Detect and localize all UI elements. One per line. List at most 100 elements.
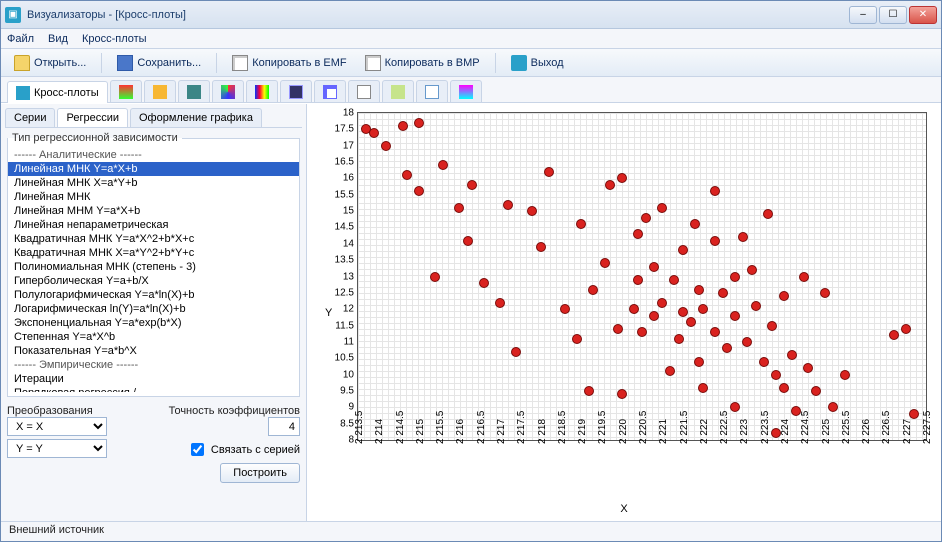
menu-crossplots[interactable]: Кросс-плоты bbox=[82, 33, 147, 45]
copy-emf-button[interactable]: Копировать в EMF bbox=[225, 52, 353, 74]
copy-bmp-button[interactable]: Копировать в BMP bbox=[358, 52, 487, 74]
data-point bbox=[657, 203, 667, 213]
regression-item[interactable]: Порядковая регрессия /... bbox=[8, 386, 299, 392]
regression-item[interactable]: Полулогарифмическая Y=a*ln(X)+b bbox=[8, 288, 299, 302]
x-tick-label: 2 213.5 bbox=[354, 411, 365, 444]
subtab-series[interactable]: Серии bbox=[5, 108, 55, 127]
maximize-button[interactable]: ☐ bbox=[879, 6, 907, 24]
regression-item[interactable]: ------ Аналитические ------ bbox=[8, 148, 299, 162]
minimize-button[interactable]: – bbox=[849, 6, 877, 24]
app-window: ▣ Визуализаторы - [Кросс-плоты] – ☐ ✕ Фа… bbox=[0, 0, 942, 542]
spectrum-icon bbox=[255, 85, 269, 99]
data-point bbox=[641, 213, 651, 223]
data-point bbox=[771, 370, 781, 380]
x-transform-combo[interactable]: X = X bbox=[7, 417, 107, 436]
data-point bbox=[787, 350, 797, 360]
data-point bbox=[633, 275, 643, 285]
data-point bbox=[467, 180, 477, 190]
y-tick-label: 9.5 bbox=[340, 385, 358, 396]
regression-item[interactable]: Степенная Y=a*X^b bbox=[8, 330, 299, 344]
y-tick-label: 14.5 bbox=[335, 222, 358, 233]
regression-item[interactable]: Линейная МНМ Y=a*X+b bbox=[8, 204, 299, 218]
subtab-regressions[interactable]: Регрессии bbox=[57, 108, 128, 127]
data-point bbox=[649, 262, 659, 272]
x-tick-label: 2 222 bbox=[699, 419, 710, 444]
y-tick-label: 18 bbox=[343, 108, 358, 119]
menu-file[interactable]: Файл bbox=[7, 33, 34, 45]
data-point bbox=[669, 275, 679, 285]
exit-button[interactable]: Выход bbox=[504, 52, 571, 74]
data-point bbox=[605, 180, 615, 190]
data-point bbox=[678, 245, 688, 255]
bind-series-input[interactable] bbox=[191, 443, 204, 456]
tab-chart8[interactable] bbox=[314, 80, 346, 102]
regression-item[interactable]: Логарифмическая ln(Y)=a*ln(X)+b bbox=[8, 302, 299, 316]
regression-item[interactable]: Линейная МНК bbox=[8, 190, 299, 204]
save-button[interactable]: Сохранить... bbox=[110, 52, 208, 74]
data-point bbox=[674, 334, 684, 344]
scatter-chart[interactable]: 88.599.51010.51111.51212.51313.51414.515… bbox=[357, 112, 927, 441]
precision-spinner[interactable] bbox=[268, 417, 300, 436]
y-tick-label: 11.5 bbox=[335, 320, 358, 331]
titlebar: ▣ Визуализаторы - [Кросс-плоты] – ☐ ✕ bbox=[1, 1, 941, 29]
data-point bbox=[430, 272, 440, 282]
regression-item[interactable]: Полиномиальная МНК (степень - 3) bbox=[8, 260, 299, 274]
y-transform-combo[interactable]: Y = Y bbox=[7, 439, 107, 458]
regression-item[interactable]: Линейная МНК Y=a*X+b bbox=[8, 162, 299, 176]
separator bbox=[101, 53, 102, 73]
bind-series-checkbox[interactable]: Связать с серией bbox=[156, 440, 301, 459]
tab-chart6[interactable] bbox=[246, 80, 278, 102]
copy-bmp-label: Копировать в BMP bbox=[385, 57, 480, 69]
data-point bbox=[909, 409, 919, 419]
menu-view[interactable]: Вид bbox=[48, 33, 68, 45]
subtab-design[interactable]: Оформление графика bbox=[130, 108, 262, 127]
tab-chart12[interactable] bbox=[450, 80, 482, 102]
tab-chart2[interactable] bbox=[110, 80, 142, 102]
tab-chart5[interactable] bbox=[212, 80, 244, 102]
regression-item[interactable]: ------ Эмпирические ------ bbox=[8, 358, 299, 372]
data-point bbox=[617, 389, 627, 399]
data-point bbox=[751, 301, 761, 311]
regression-item[interactable]: Линейная МНК X=a*Y+b bbox=[8, 176, 299, 190]
regression-list[interactable]: ------ Аналитические ------Линейная МНК … bbox=[8, 148, 299, 392]
tab-crossplots[interactable]: Кросс-плоты bbox=[7, 81, 108, 103]
exit-label: Выход bbox=[531, 57, 564, 69]
regression-item[interactable]: Итерации bbox=[8, 372, 299, 386]
x-tick-label: 2 217 bbox=[496, 419, 507, 444]
x-tick-label: 2 219.5 bbox=[597, 411, 608, 444]
chart-icon bbox=[459, 85, 473, 99]
y-tick-label: 14 bbox=[343, 238, 358, 249]
data-point bbox=[710, 236, 720, 246]
y-tick-label: 17 bbox=[343, 140, 358, 151]
data-point bbox=[536, 242, 546, 252]
left-pane: Серии Регрессии Оформление графика Тип р… bbox=[1, 104, 307, 521]
x-tick-label: 2 226.5 bbox=[881, 411, 892, 444]
heatmap-icon bbox=[391, 85, 405, 99]
x-tick-label: 2 219 bbox=[577, 419, 588, 444]
regression-item[interactable]: Экспоненциальная Y=a*exp(b*X) bbox=[8, 316, 299, 330]
tab-chart4[interactable] bbox=[178, 80, 210, 102]
close-button[interactable]: ✕ bbox=[909, 6, 937, 24]
tab-chart11[interactable] bbox=[416, 80, 448, 102]
data-point bbox=[710, 186, 720, 196]
tab-chart10[interactable] bbox=[382, 80, 414, 102]
regression-item[interactable]: Гиперболическая Y=a+b/X bbox=[8, 274, 299, 288]
open-button[interactable]: Открыть... bbox=[7, 52, 93, 74]
data-point bbox=[759, 357, 769, 367]
y-tick-label: 10 bbox=[343, 369, 358, 380]
regression-item[interactable]: Показательная Y=a*b^X bbox=[8, 344, 299, 358]
regression-item[interactable]: Квадратичная МНК Y=a*X^2+b*X+c bbox=[8, 232, 299, 246]
data-point bbox=[811, 386, 821, 396]
copy-emf-label: Копировать в EMF bbox=[252, 57, 346, 69]
precision-label: Точность коэффициентов bbox=[156, 405, 301, 436]
bottom-form: Преобразования X = X Y = Y Точность коэф… bbox=[5, 403, 302, 485]
regression-item[interactable]: Квадратичная МНК X=a*Y^2+b*Y+c bbox=[8, 246, 299, 260]
x-tick-label: 2 226 bbox=[861, 419, 872, 444]
tab-chart7[interactable] bbox=[280, 80, 312, 102]
tab-chart9[interactable] bbox=[348, 80, 380, 102]
build-button[interactable]: Построить bbox=[220, 463, 300, 483]
transform-label: Преобразования bbox=[7, 405, 152, 417]
tab-chart3[interactable] bbox=[144, 80, 176, 102]
regression-item[interactable]: Линейная непараметрическая bbox=[8, 218, 299, 232]
data-point bbox=[369, 128, 379, 138]
